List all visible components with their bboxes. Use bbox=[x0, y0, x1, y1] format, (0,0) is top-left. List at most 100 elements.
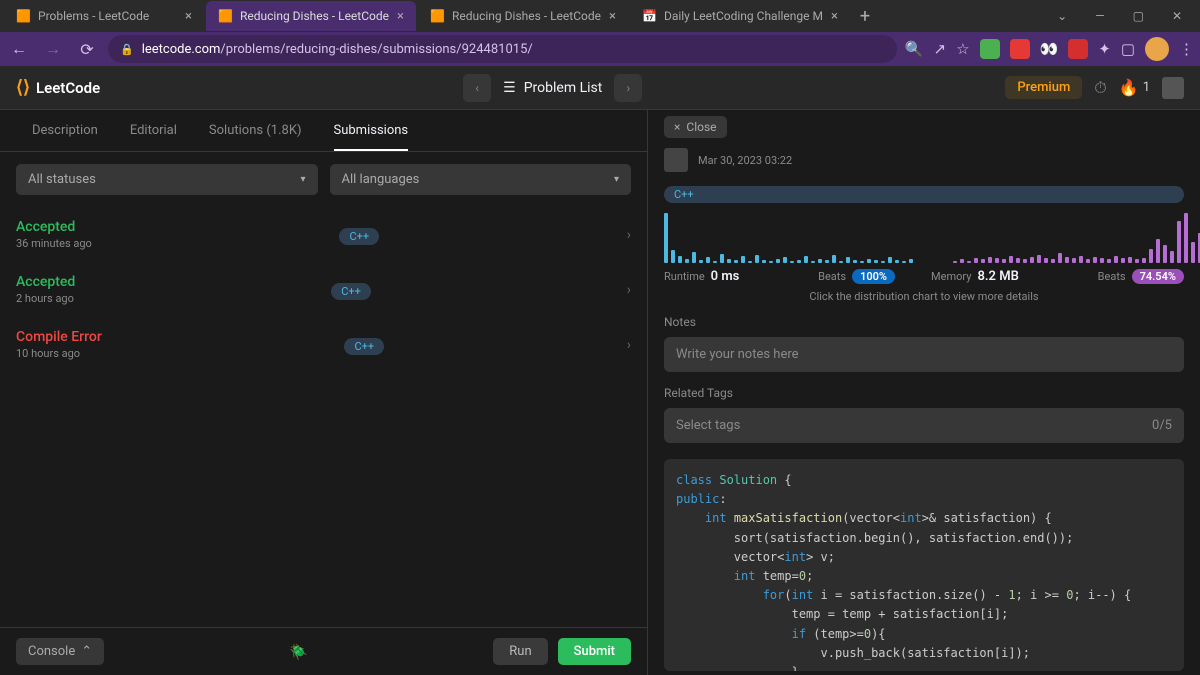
back-button[interactable]: ← bbox=[6, 36, 32, 62]
debug-icon[interactable]: 🪲 bbox=[289, 643, 308, 661]
panel-icon[interactable]: ▢ bbox=[1121, 40, 1135, 58]
left-panel: Description Editorial Solutions (1.8K) S… bbox=[0, 110, 648, 675]
distribution-charts[interactable] bbox=[648, 209, 1200, 263]
language-badge: C++ bbox=[331, 283, 371, 300]
browser-tab[interactable]: 🟧 Problems - LeetCode × bbox=[4, 1, 204, 31]
url-bar: ← → ⟳ 🔒 leetcode.com/problems/reducing-d… bbox=[0, 32, 1200, 66]
chevron-right-icon: › bbox=[627, 337, 631, 353]
extension-icon[interactable] bbox=[1068, 39, 1088, 59]
submission-item[interactable]: Accepted36 minutes agoC++› bbox=[0, 207, 647, 262]
reload-button[interactable]: ⟳ bbox=[74, 36, 100, 62]
close-button[interactable]: ✕ bbox=[1158, 5, 1196, 27]
minimize-button[interactable]: — bbox=[1081, 5, 1118, 27]
close-icon[interactable]: × bbox=[609, 9, 616, 24]
extensions-icon[interactable]: ✦ bbox=[1098, 40, 1111, 58]
runtime-label: Runtime bbox=[664, 270, 705, 283]
tab-submissions[interactable]: Submissions bbox=[318, 110, 425, 151]
code-viewer[interactable]: class Solution { public: int maxSatisfac… bbox=[664, 459, 1184, 671]
maximize-button[interactable]: ▢ bbox=[1119, 5, 1158, 27]
submission-header: Mar 30, 2023 03:22 bbox=[648, 144, 1200, 180]
problem-list-label: Problem List bbox=[524, 80, 603, 96]
streak-indicator[interactable]: 🔥 1 bbox=[1119, 78, 1150, 97]
close-icon[interactable]: × bbox=[831, 9, 838, 24]
tags-count: 0/5 bbox=[1152, 418, 1172, 433]
language-badge: C++ bbox=[344, 338, 384, 355]
logo[interactable]: ⟨⟩ LeetCode bbox=[16, 77, 100, 98]
language-filter[interactable]: All languages ▾ bbox=[330, 164, 632, 195]
chevron-down-icon[interactable]: ⌄ bbox=[1043, 5, 1081, 27]
browser-tab[interactable]: 🟧 Reducing Dishes - LeetCode × bbox=[418, 1, 628, 31]
notes-input[interactable]: Write your notes here bbox=[664, 337, 1184, 372]
tags-input[interactable]: Select tags 0/5 bbox=[664, 408, 1184, 443]
submission-time: 10 hours ago bbox=[16, 347, 102, 360]
stats-row: Runtime 0 ms Beats 100% Memory 8.2 MB Be… bbox=[648, 263, 1200, 286]
submission-item[interactable]: Accepted2 hours agoC++› bbox=[0, 262, 647, 317]
user-avatar[interactable] bbox=[1162, 77, 1184, 99]
chart-bar bbox=[1079, 256, 1083, 263]
submission-item[interactable]: Compile Error10 hours agoC++› bbox=[0, 317, 647, 372]
menu-icon[interactable]: ⋮ bbox=[1179, 40, 1194, 58]
close-icon: × bbox=[674, 120, 680, 134]
chevron-right-icon: › bbox=[627, 282, 631, 298]
new-tab-button[interactable]: + bbox=[852, 2, 878, 31]
chart-bar bbox=[1177, 221, 1181, 263]
chart-hint: Click the distribution chart to view mor… bbox=[648, 286, 1200, 311]
memory-chart[interactable] bbox=[953, 213, 1200, 263]
list-icon: ☰ bbox=[503, 80, 516, 96]
tags-heading: Related Tags bbox=[648, 382, 1200, 404]
problem-list-button[interactable]: ☰ Problem List bbox=[499, 80, 606, 96]
chart-bar bbox=[692, 252, 696, 263]
filters-row: All statuses ▾ All languages ▾ bbox=[0, 152, 647, 207]
memory-label: Memory bbox=[931, 270, 971, 283]
runtime-chart[interactable] bbox=[664, 213, 913, 263]
address-bar[interactable]: 🔒 leetcode.com/problems/reducing-dishes/… bbox=[108, 35, 897, 63]
filter-label: All languages bbox=[342, 172, 420, 187]
forward-button[interactable]: → bbox=[40, 36, 66, 62]
runtime-value: 0 ms bbox=[711, 269, 740, 284]
favicon-icon: 🟧 bbox=[16, 9, 30, 23]
submission-time: 2 hours ago bbox=[16, 292, 75, 305]
tab-label: Daily LeetCoding Challenge M bbox=[664, 9, 823, 23]
chart-bar bbox=[664, 213, 668, 263]
chart-bar bbox=[678, 256, 682, 263]
prev-problem-button[interactable]: ‹ bbox=[463, 74, 491, 102]
window-controls: ⌄ — ▢ ✕ bbox=[1043, 5, 1196, 27]
tab-label: Problems - LeetCode bbox=[38, 9, 177, 23]
tab-solutions[interactable]: Solutions (1.8K) bbox=[193, 110, 318, 151]
extension-icon[interactable] bbox=[980, 39, 1000, 59]
chart-bar bbox=[741, 256, 745, 263]
submission-date: Mar 30, 2023 03:22 bbox=[698, 154, 792, 167]
run-button[interactable]: Run bbox=[493, 638, 547, 665]
next-problem-button[interactable]: › bbox=[614, 74, 642, 102]
submit-button[interactable]: Submit bbox=[558, 638, 631, 665]
chevron-down-icon: ▾ bbox=[300, 174, 305, 185]
extension-icon[interactable]: 👀 bbox=[1040, 40, 1059, 58]
console-button[interactable]: Console ⌃ bbox=[16, 638, 104, 665]
favicon-icon: 🟧 bbox=[218, 9, 232, 23]
premium-button[interactable]: Premium bbox=[1005, 76, 1082, 99]
bookmark-icon[interactable]: ☆ bbox=[956, 40, 969, 58]
profile-avatar[interactable] bbox=[1145, 37, 1169, 61]
memory-beats-pill: 74.54% bbox=[1132, 269, 1184, 284]
beats-label: Beats bbox=[1098, 270, 1126, 283]
browser-tabs-bar: 🟧 Problems - LeetCode × 🟧 Reducing Dishe… bbox=[0, 0, 1200, 32]
chevron-right-icon: › bbox=[627, 227, 631, 243]
share-icon[interactable]: ↗ bbox=[934, 40, 947, 58]
chart-bar bbox=[1163, 245, 1167, 263]
browser-tab-active[interactable]: 🟧 Reducing Dishes - LeetCode × bbox=[206, 1, 416, 31]
browser-tab[interactable]: 📅 Daily LeetCoding Challenge M × bbox=[630, 1, 850, 31]
extension-icon[interactable] bbox=[1010, 39, 1030, 59]
main-content: Description Editorial Solutions (1.8K) S… bbox=[0, 110, 1200, 675]
timer-icon[interactable]: ⏱ bbox=[1094, 78, 1106, 98]
tab-description[interactable]: Description bbox=[16, 110, 114, 151]
chart-bar bbox=[1170, 251, 1174, 263]
notes-heading: Notes bbox=[648, 311, 1200, 333]
language-badge: C++ bbox=[339, 228, 379, 245]
chart-bar bbox=[720, 254, 724, 263]
close-icon[interactable]: × bbox=[185, 9, 192, 24]
status-filter[interactable]: All statuses ▾ bbox=[16, 164, 318, 195]
close-icon[interactable]: × bbox=[397, 9, 404, 24]
tab-editorial[interactable]: Editorial bbox=[114, 110, 193, 151]
close-detail-button[interactable]: × Close bbox=[664, 116, 727, 138]
search-icon[interactable]: 🔍 bbox=[905, 40, 924, 58]
